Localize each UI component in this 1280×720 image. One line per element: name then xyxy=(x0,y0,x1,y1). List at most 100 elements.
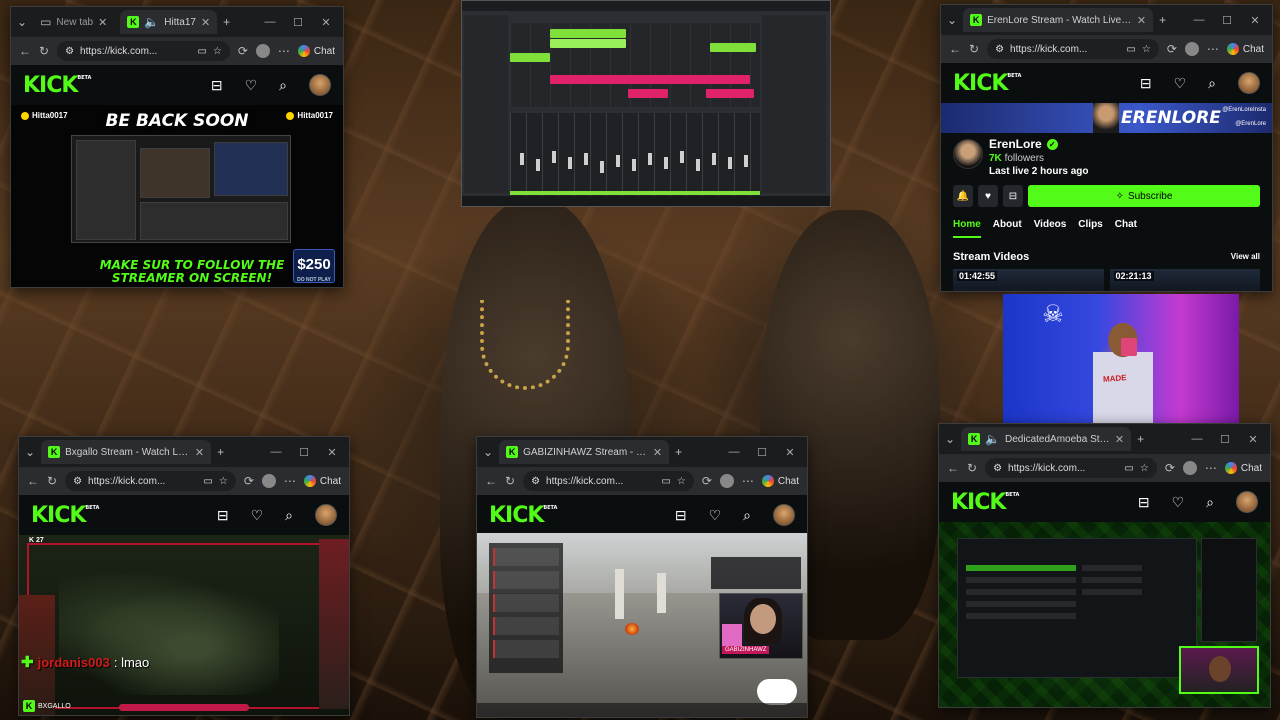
new-tab-icon[interactable]: + xyxy=(217,445,224,459)
maximize-icon[interactable]: ☐ xyxy=(1216,14,1238,27)
new-tab-icon[interactable]: + xyxy=(1159,13,1166,27)
minimize-icon[interactable]: — xyxy=(265,446,287,458)
view-all-link[interactable]: View all xyxy=(1231,252,1260,261)
mixer-console[interactable] xyxy=(510,113,760,197)
cast-icon[interactable]: ▭ xyxy=(661,476,670,487)
menu-dots-icon[interactable]: ⋯ xyxy=(742,474,754,488)
bookmark-star-icon[interactable]: ☆ xyxy=(1140,463,1149,474)
cast-icon[interactable]: ▭ xyxy=(203,476,212,487)
new-tab-icon[interactable]: + xyxy=(223,15,230,29)
reload-icon[interactable]: ↻ xyxy=(969,42,979,56)
search-icon[interactable]: ⌕ xyxy=(279,77,287,94)
tab-erenlore[interactable]: K ErenLore Stream - Watch Live on K ✕ xyxy=(963,8,1154,32)
arrangement-view[interactable] xyxy=(510,23,760,107)
site-info-icon[interactable]: ⚙ xyxy=(531,476,540,487)
menu-dots-icon[interactable]: ⋯ xyxy=(278,44,290,58)
minimize-icon[interactable]: — xyxy=(723,446,745,458)
daw-inspector-panel[interactable] xyxy=(762,15,826,193)
maximize-icon[interactable]: ☐ xyxy=(751,446,773,459)
menu-dots-icon[interactable]: ⋯ xyxy=(1207,42,1219,56)
tab-new-tab[interactable]: ▭ New tab ✕ xyxy=(33,10,114,34)
notification-bell-icon[interactable]: 🔔 xyxy=(953,185,973,207)
reload-icon[interactable]: ↻ xyxy=(39,44,49,58)
user-avatar[interactable] xyxy=(315,504,337,526)
cast-icon[interactable]: ▭ xyxy=(1126,44,1135,55)
heart-icon[interactable]: ♡ xyxy=(709,507,722,524)
chat-button[interactable]: Chat xyxy=(297,45,335,57)
tab-clips[interactable]: Clips xyxy=(1078,219,1102,238)
site-info-icon[interactable]: ⚙ xyxy=(73,476,82,487)
close-icon[interactable]: ✕ xyxy=(195,446,204,459)
close-icon[interactable]: ✕ xyxy=(201,16,210,29)
bookmark-star-icon[interactable]: ☆ xyxy=(1142,44,1151,55)
kick-logo[interactable]: KICK BETA xyxy=(23,73,91,98)
new-tab-icon[interactable]: + xyxy=(675,445,682,459)
tab-search-icon[interactable]: ⌄ xyxy=(945,432,955,446)
bookmark-star-icon[interactable]: ☆ xyxy=(213,46,222,57)
video-thumbnail[interactable]: 01:42:55 xyxy=(953,269,1104,291)
profile-icon[interactable] xyxy=(1182,461,1197,475)
stream-video[interactable] xyxy=(939,522,1270,707)
heart-icon[interactable]: ♡ xyxy=(1174,75,1187,92)
tab-search-icon[interactable]: ⌄ xyxy=(483,445,493,459)
stream-video[interactable]: Hitta0017 BE BACK SOON Hitta0017 MAKE SU… xyxy=(11,105,343,287)
gift-icon[interactable]: ⊟ xyxy=(1140,75,1152,92)
stream-video[interactable]: GABIZINHAWZ xyxy=(477,533,807,717)
browser-window-bxgallo[interactable]: ⌄ K Bxgallo Stream - Watch Live o ✕ + — … xyxy=(18,436,350,716)
close-icon[interactable]: ✕ xyxy=(653,446,662,459)
reload-icon[interactable]: ↻ xyxy=(505,474,515,488)
window-close-icon[interactable]: ✕ xyxy=(1242,433,1264,446)
search-icon[interactable]: ⌕ xyxy=(1206,494,1214,511)
profile-icon[interactable] xyxy=(261,474,276,488)
chat-button[interactable]: Chat xyxy=(761,475,799,487)
extensions-icon[interactable]: ⟳ xyxy=(1167,42,1177,56)
tab-about[interactable]: About xyxy=(993,219,1022,238)
window-close-icon[interactable]: ✕ xyxy=(1244,14,1266,27)
heart-icon[interactable]: ♡ xyxy=(245,77,258,94)
reload-icon[interactable]: ↻ xyxy=(967,461,977,475)
maximize-icon[interactable]: ☐ xyxy=(287,16,309,29)
tab-search-icon[interactable]: ⌄ xyxy=(25,445,35,459)
heart-icon[interactable]: ♡ xyxy=(251,507,264,524)
chat-button[interactable]: Chat xyxy=(1226,43,1264,55)
minimize-icon[interactable]: — xyxy=(259,16,281,28)
channel-avatar[interactable] xyxy=(953,139,983,169)
menu-dots-icon[interactable]: ⋯ xyxy=(284,474,296,488)
url-field[interactable]: ⚙ https://kick.com... ▭ ☆ xyxy=(985,458,1157,478)
back-icon[interactable]: ← xyxy=(19,44,31,58)
url-field[interactable]: ⚙ https://kick.com... ▭ ☆ xyxy=(987,39,1159,59)
back-icon[interactable]: ← xyxy=(949,42,961,56)
speaker-icon[interactable]: 🔈 xyxy=(985,432,1000,446)
gift-icon[interactable]: ⊟ xyxy=(675,507,687,524)
video-thumbnail[interactable]: 02:21:13 xyxy=(1109,269,1260,291)
user-avatar[interactable] xyxy=(1238,72,1260,94)
kick-logo[interactable]: KICK BETA xyxy=(31,503,99,528)
back-icon[interactable]: ← xyxy=(27,474,39,488)
url-field[interactable]: ⚙ https://kick.com... ▭ ☆ xyxy=(65,471,236,491)
close-icon[interactable]: ✕ xyxy=(98,16,107,29)
reload-icon[interactable]: ↻ xyxy=(47,474,57,488)
window-close-icon[interactable]: ✕ xyxy=(315,16,337,29)
browser-window-gabizin[interactable]: ⌄ K GABIZINHAWZ Stream - Watc ✕ + — ☐ ✕ … xyxy=(476,436,808,718)
chat-button[interactable]: Chat xyxy=(1224,462,1262,474)
bookmark-star-icon[interactable]: ☆ xyxy=(677,476,686,487)
search-icon[interactable]: ⌕ xyxy=(285,507,293,524)
daw-menubar[interactable] xyxy=(462,1,830,11)
follow-heart-icon[interactable]: ♥ xyxy=(978,185,998,207)
browser-window-amoeba[interactable]: ⌄ K 🔈 DedicatedAmoeba Stream - W ✕ + — ☐… xyxy=(938,423,1271,708)
profile-icon[interactable] xyxy=(719,474,734,488)
extensions-icon[interactable]: ⟳ xyxy=(238,44,248,58)
gift-sub-icon[interactable]: ⊟ xyxy=(1003,185,1023,207)
url-field[interactable]: ⚙ https://kick.com... ▭ ☆ xyxy=(523,471,694,491)
back-icon[interactable]: ← xyxy=(485,474,497,488)
window-close-icon[interactable]: ✕ xyxy=(321,446,343,459)
speaker-icon[interactable]: 🔈 xyxy=(144,15,159,29)
kick-logo[interactable]: KICK BETA xyxy=(953,71,1021,96)
user-avatar[interactable] xyxy=(309,74,331,96)
menu-dots-icon[interactable]: ⋯ xyxy=(1205,461,1217,475)
daw-browser-panel[interactable] xyxy=(464,15,508,193)
tab-amoeba[interactable]: K 🔈 DedicatedAmoeba Stream - W ✕ xyxy=(961,427,1132,451)
profile-icon[interactable] xyxy=(1184,42,1199,56)
chat-button[interactable]: Chat xyxy=(303,475,341,487)
cast-icon[interactable]: ▭ xyxy=(197,46,206,57)
